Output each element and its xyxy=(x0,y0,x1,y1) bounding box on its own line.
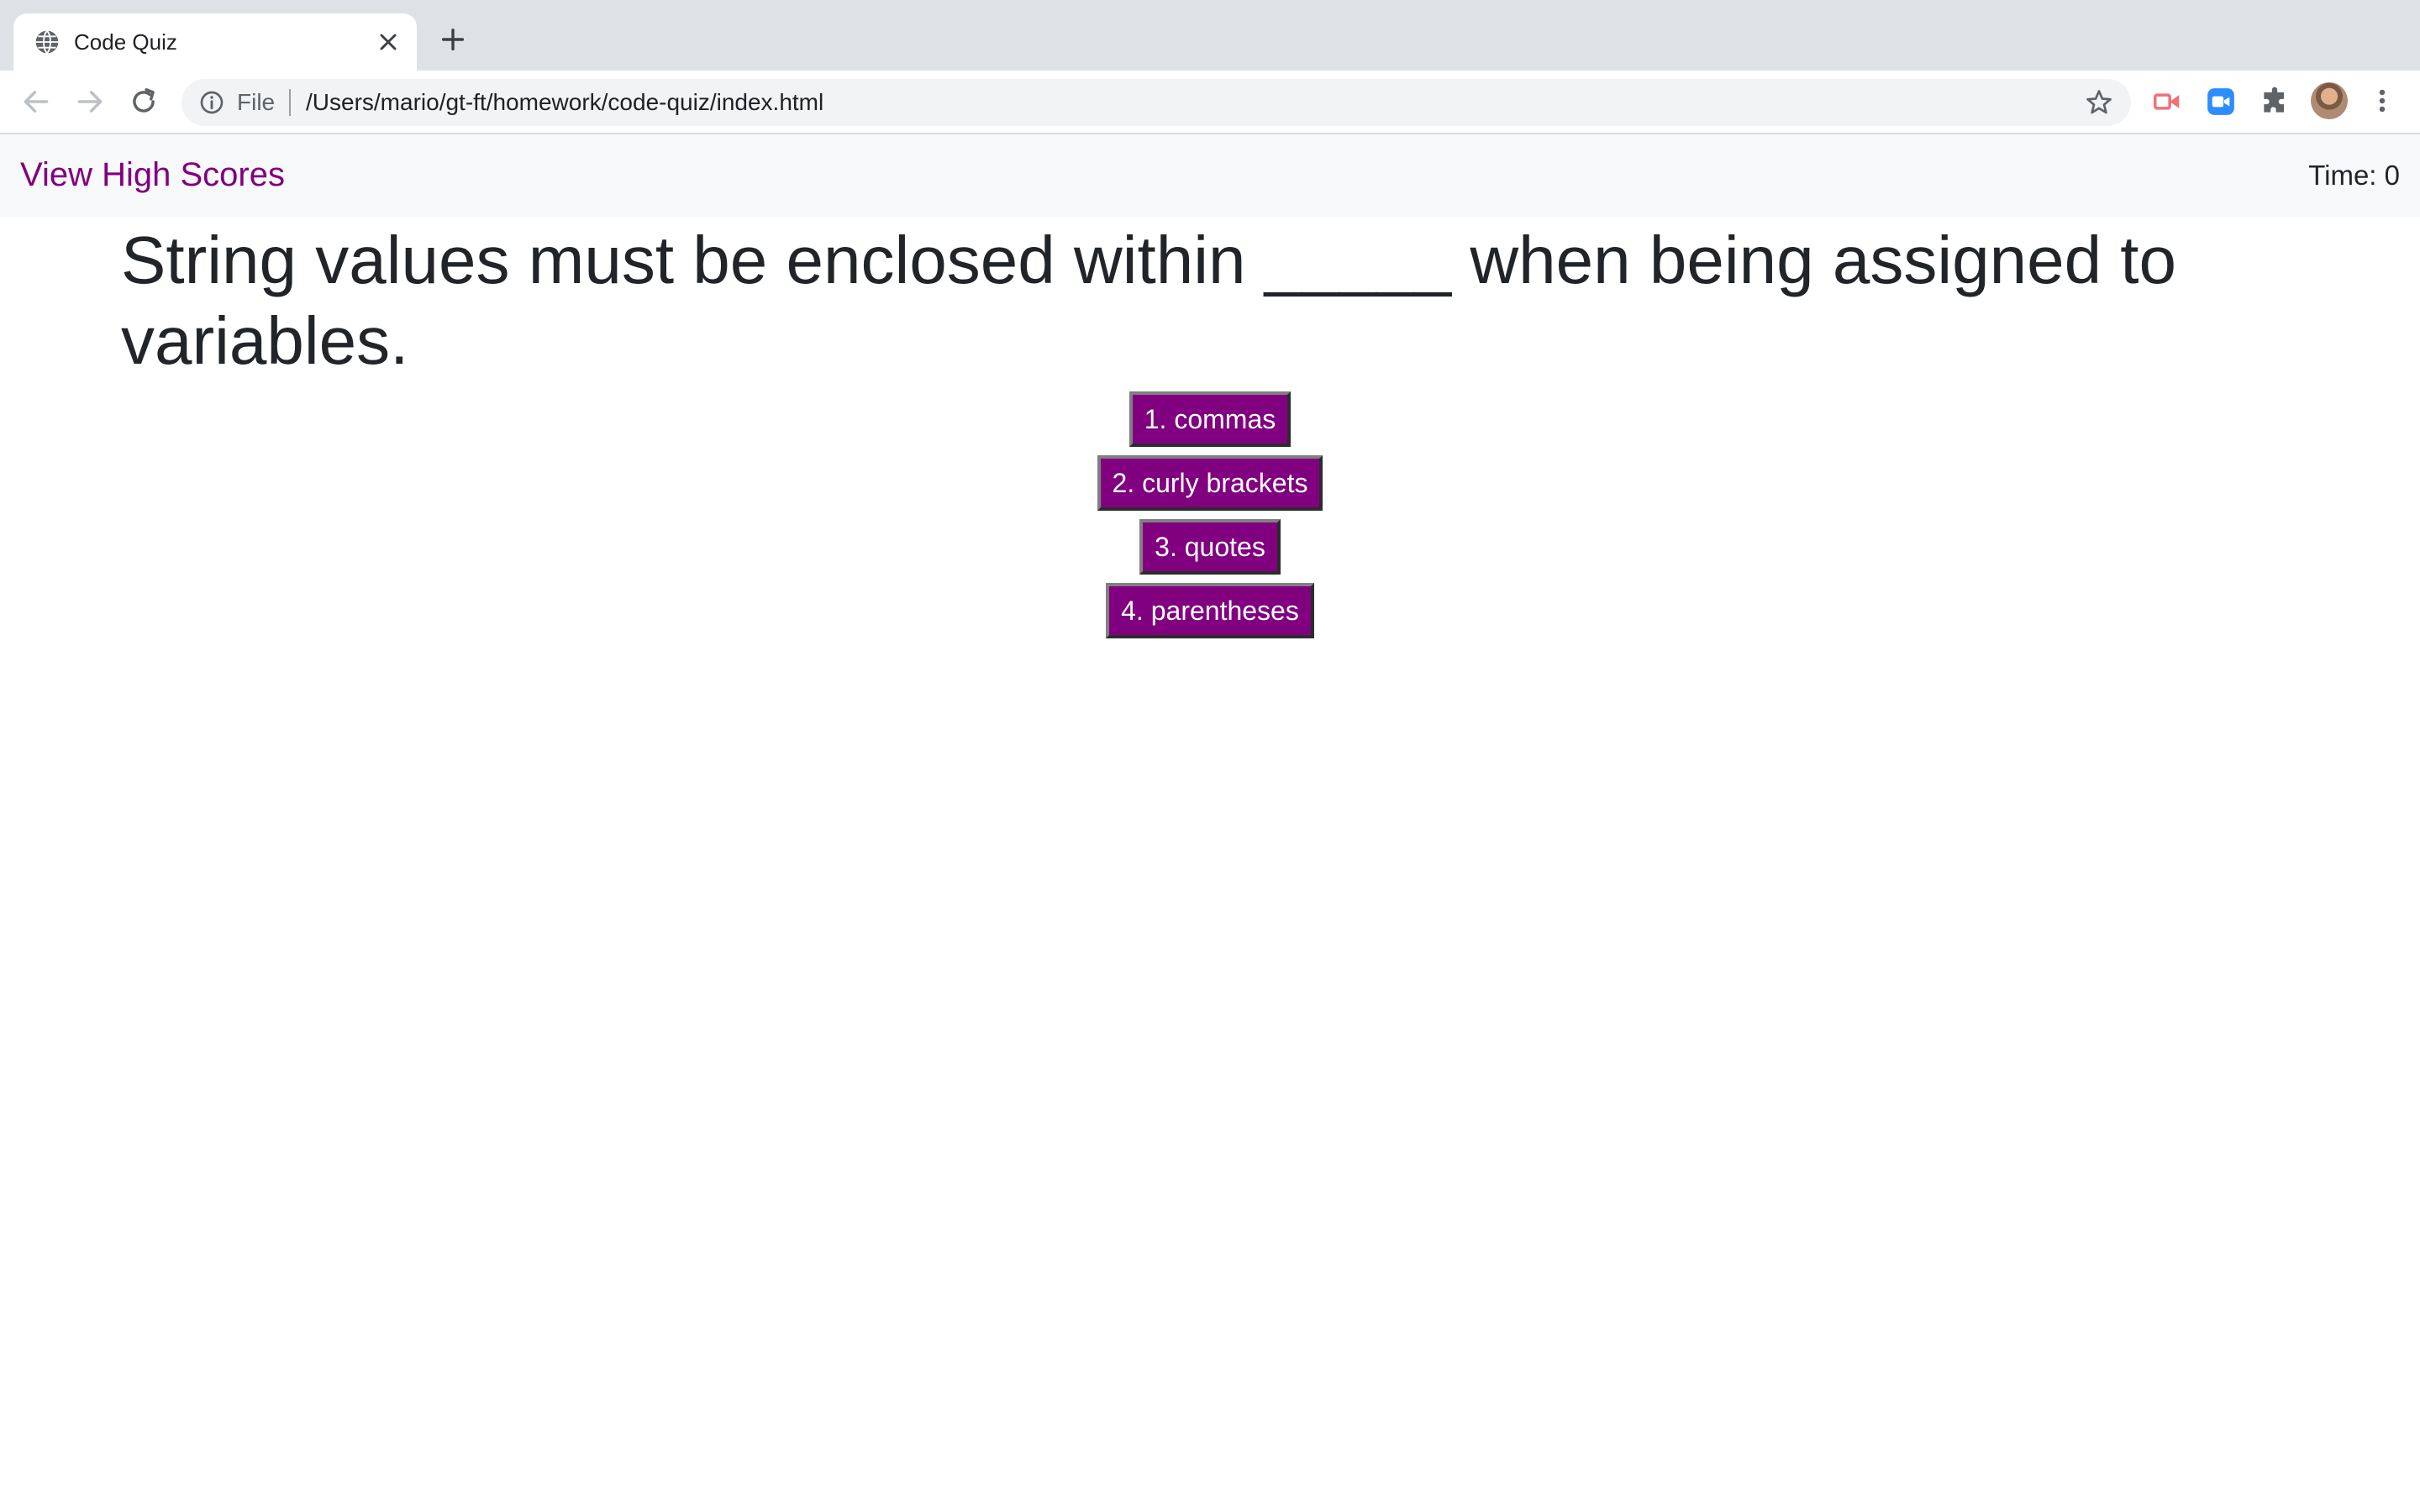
answer-button-4[interactable]: 4. parentheses xyxy=(1106,583,1314,638)
info-icon[interactable] xyxy=(198,89,225,116)
tab-strip: Code Quiz xyxy=(0,0,2420,71)
back-arrow-icon[interactable] xyxy=(20,86,52,118)
star-icon[interactable] xyxy=(2084,87,2114,118)
browser-tab[interactable]: Code Quiz xyxy=(13,13,417,71)
address-bar[interactable]: File xyxy=(182,79,2131,126)
answer-button-1[interactable]: 1. commas xyxy=(1128,391,1292,447)
browser-toolbar: File xyxy=(0,71,2420,134)
avatar[interactable] xyxy=(2311,82,2348,119)
answer-button-2[interactable]: 2. curly brackets xyxy=(1097,455,1323,511)
answer-button-3[interactable]: 3. quotes xyxy=(1139,519,1281,575)
answer-list: 1. commas 2. curly brackets 3. quotes 4.… xyxy=(0,391,2420,638)
url-input[interactable] xyxy=(306,87,1902,118)
top-navbar: View High Scores Time: 0 xyxy=(0,134,2420,217)
puzzle-extension-icon[interactable] xyxy=(2259,86,2291,118)
globe-icon xyxy=(35,30,59,54)
forward-arrow-icon[interactable] xyxy=(74,86,106,118)
url-scheme-label: File xyxy=(237,89,276,115)
tab-title: Code Quiz xyxy=(74,29,177,55)
more-vert-icon[interactable] xyxy=(2370,84,2395,118)
close-icon[interactable] xyxy=(375,29,402,55)
reload-icon[interactable] xyxy=(128,86,160,118)
zoom-extension-icon[interactable] xyxy=(2205,86,2237,118)
screencast-extension-icon[interactable] xyxy=(2151,86,2183,118)
view-high-scores-link[interactable]: View High Scores xyxy=(20,155,285,195)
page-content: View High Scores Time: 0 String values m… xyxy=(0,134,2420,1512)
omnibox-divider xyxy=(289,89,291,116)
timer-label: Time: 0 xyxy=(2308,160,2400,191)
question-text: String values must be enclosed within __… xyxy=(121,223,2177,378)
plus-icon[interactable] xyxy=(439,25,467,54)
